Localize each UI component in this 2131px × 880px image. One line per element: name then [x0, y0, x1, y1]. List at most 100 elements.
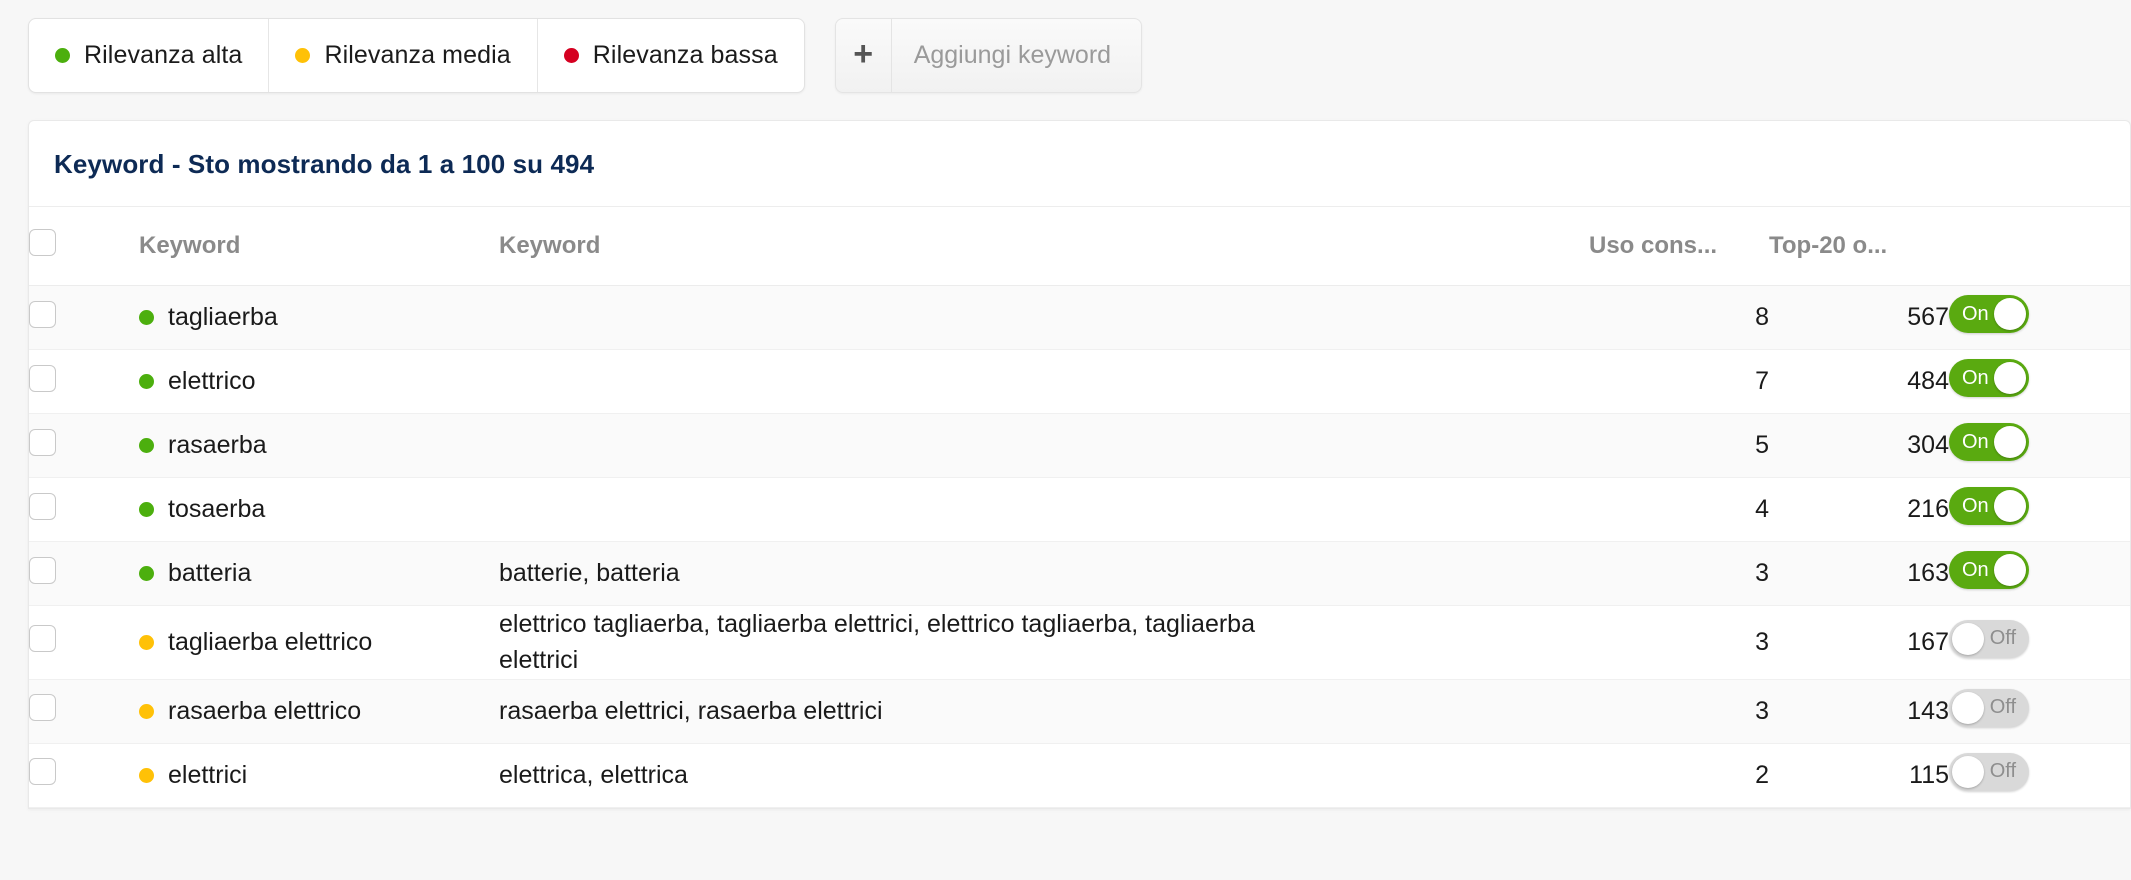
plus-icon[interactable]: + [836, 19, 892, 92]
table-header-row: Keyword Keyword Uso cons... Top-20 o... [29, 207, 2130, 286]
row-select-cell [29, 413, 139, 478]
table-row[interactable]: elettrici elettrica, elettrica 2 115 Off [29, 743, 2130, 808]
toolbar: Rilevanza alta Rilevanza media Rilevanza… [0, 0, 2131, 120]
row-select-cell [29, 743, 139, 808]
toggle-label: On [1962, 430, 1989, 453]
relevance-high-dot-icon [139, 438, 154, 453]
usage-bar-cell [1329, 349, 1589, 414]
toggle-cell: On [1949, 477, 2130, 542]
keyword-text: elettrico [168, 367, 256, 395]
row-checkbox[interactable] [29, 300, 56, 328]
row-checkbox[interactable] [29, 492, 56, 520]
usage-value: 4 [1589, 477, 1769, 542]
column-header-toggle [1949, 207, 2130, 286]
synonyms-cell: elettrico tagliaerba, tagliaerba elettri… [499, 605, 1329, 680]
toggle-cell: On [1949, 541, 2130, 606]
toggle-knob [1952, 755, 1984, 788]
top20-value: 143 [1769, 679, 1949, 744]
table-row[interactable]: rasaerba elettrico rasaerba elettrici, ra… [29, 679, 2130, 744]
toggle-cell: Off [1949, 743, 2130, 808]
column-header-usage[interactable]: Uso cons... [1589, 207, 1769, 286]
keyword-enable-toggle[interactable]: On [1949, 359, 2029, 397]
relevance-high-dot-icon [139, 502, 154, 517]
select-all-checkbox[interactable] [29, 229, 56, 256]
top20-value: 304 [1769, 413, 1949, 478]
toggle-knob [1994, 298, 2026, 330]
usage-value: 2 [1589, 743, 1769, 808]
keyword-enable-toggle[interactable]: On [1949, 551, 2029, 589]
select-all-header [29, 207, 139, 286]
usage-value: 3 [1589, 679, 1769, 744]
relevance-medium-dot-icon [139, 767, 154, 783]
keyword-text: tagliaerba elettrico [168, 627, 373, 656]
relevance-high-dot-icon [55, 48, 70, 63]
keyword-enable-toggle[interactable]: Off [1949, 619, 2029, 658]
keyword-text: tosaerba [168, 495, 266, 523]
relevance-high-dot-icon [139, 310, 154, 325]
add-keyword-button[interactable]: + Aggiungi keyword [834, 18, 1143, 93]
keyword-enable-toggle[interactable]: Off [1949, 688, 2029, 727]
table-body: tagliaerba 8 567 On elettrico 7 484 On rasaerba 5… [29, 285, 2130, 808]
legend-item-rilevanza-bassa[interactable]: Rilevanza bassa [538, 19, 804, 92]
toggle-knob [1994, 554, 2026, 586]
row-checkbox[interactable] [29, 625, 56, 653]
relevance-legend-group: Rilevanza alta Rilevanza media Rilevanza… [28, 18, 805, 93]
usage-value: 5 [1589, 413, 1769, 478]
keyword-enable-toggle[interactable]: On [1949, 487, 2029, 525]
keyword-cell: tagliaerba [139, 285, 499, 350]
row-checkbox[interactable] [29, 428, 56, 456]
synonyms-cell: rasaerba elettrici, rasaerba elettrici [499, 679, 1329, 744]
toggle-cell: On [1949, 285, 2130, 350]
keyword-cell: tagliaerba elettrico [139, 605, 499, 680]
table-row[interactable]: tagliaerba 8 567 On [29, 285, 2130, 350]
keyword-table: Keyword Keyword Uso cons... Top-20 o... … [29, 207, 2130, 808]
usage-bar-cell [1329, 743, 1589, 808]
row-checkbox[interactable] [29, 364, 56, 392]
relevance-low-dot-icon [563, 48, 579, 63]
toggle-knob [1994, 490, 2026, 522]
synonyms-cell [499, 285, 1329, 350]
row-select-cell [29, 349, 139, 414]
table-row[interactable]: rasaerba 5 304 On [29, 413, 2130, 478]
column-header-keyword[interactable]: Keyword [139, 207, 499, 286]
top20-value: 163 [1769, 541, 1949, 606]
toggle-cell: Off [1949, 605, 2130, 680]
legend-item-rilevanza-media[interactable]: Rilevanza media [269, 19, 538, 92]
row-select-cell [29, 679, 139, 744]
row-checkbox[interactable] [29, 758, 56, 785]
table-row[interactable]: tagliaerba elettrico elettrico tagliaerba… [29, 605, 2130, 680]
column-header-top20[interactable]: Top-20 o... [1769, 207, 1949, 286]
legend-item-rilevanza-alta[interactable]: Rilevanza alta [29, 19, 270, 92]
table-row[interactable]: batteria batterie, batteria 3 163 On [29, 541, 2130, 606]
toggle-label: On [1962, 494, 1989, 517]
add-keyword-label[interactable]: Aggiungi keyword [892, 19, 1141, 92]
table-row[interactable]: elettrico 7 484 On [29, 349, 2130, 414]
column-header-synonyms[interactable]: Keyword [499, 207, 1329, 286]
keyword-cell: tosaerba [139, 477, 499, 542]
top20-value: 115 [1769, 743, 1949, 808]
page-title: Keyword - Sto mostrando da 1 a 100 su 49… [29, 121, 2130, 207]
toggle-label: Off [1989, 760, 2016, 782]
keyword-cell: elettrico [139, 349, 499, 414]
keyword-text: rasaerba elettrico [168, 696, 362, 725]
row-select-cell [29, 541, 139, 606]
keyword-enable-toggle[interactable]: On [1949, 295, 2029, 333]
keyword-enable-toggle[interactable]: Off [1949, 752, 2029, 791]
keyword-cell: rasaerba elettrico [139, 679, 499, 744]
toggle-knob [1952, 691, 1984, 724]
legend-label-medium: Rilevanza media [324, 41, 511, 69]
top20-value: 167 [1769, 605, 1949, 680]
keyword-cell: rasaerba [139, 413, 499, 478]
row-checkbox[interactable] [29, 694, 56, 721]
relevance-high-dot-icon [139, 374, 154, 389]
table-row[interactable]: tosaerba 4 216 On [29, 477, 2130, 542]
keyword-enable-toggle[interactable]: On [1949, 423, 2029, 461]
keyword-text: rasaerba [168, 431, 267, 459]
table-header: Keyword Keyword Uso cons... Top-20 o... [29, 207, 2130, 286]
toggle-label: On [1962, 558, 1989, 581]
row-checkbox[interactable] [29, 556, 56, 584]
synonyms-cell [499, 413, 1329, 478]
keyword-cell: elettrici [139, 743, 499, 808]
keyword-cell: batteria [139, 541, 499, 606]
legend-label-high: Rilevanza alta [84, 41, 243, 69]
